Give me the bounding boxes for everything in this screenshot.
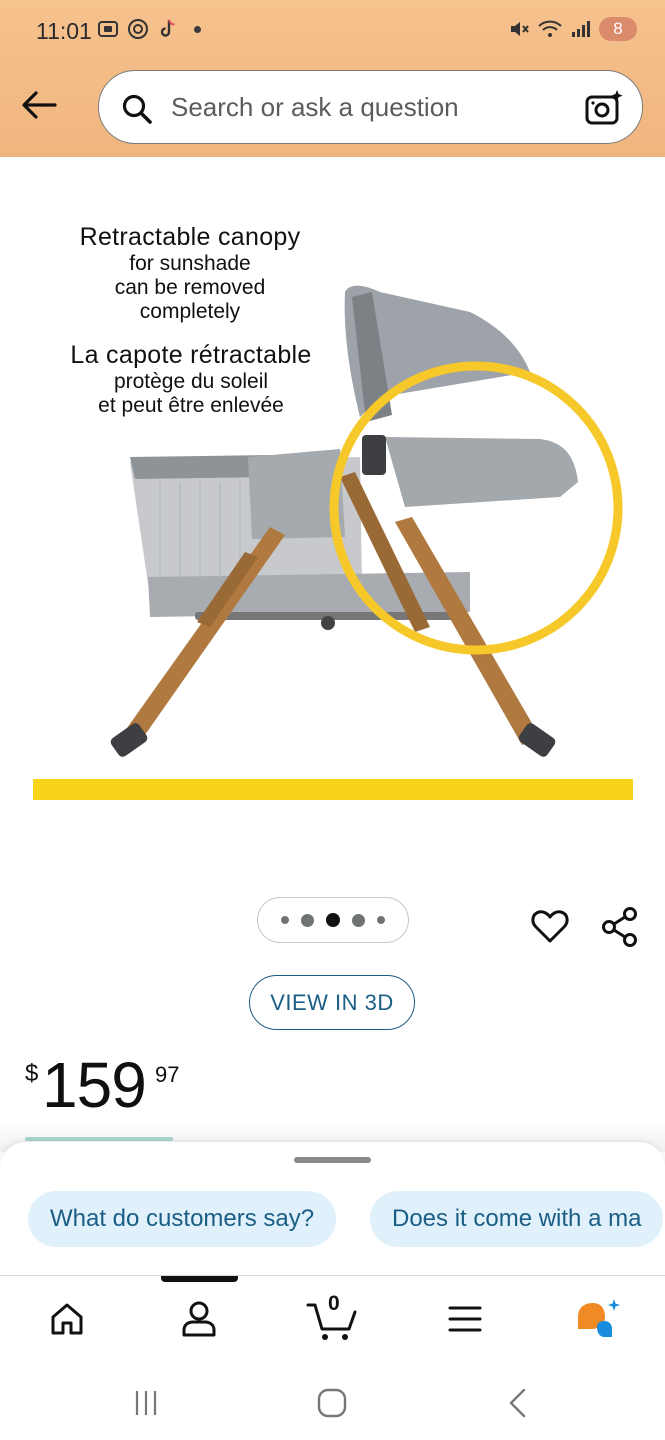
tiktok-icon	[160, 19, 175, 37]
accent-bar	[33, 779, 633, 800]
bassinet-illustration	[110, 285, 623, 757]
system-navigation-bar	[0, 1365, 665, 1440]
nav-menu[interactable]	[437, 1294, 493, 1344]
cart-count: 0	[328, 1292, 340, 1315]
recents-button[interactable]	[126, 1383, 166, 1423]
scroll-progress-indicator	[25, 1137, 173, 1141]
status-notification-icons	[96, 17, 201, 41]
rufus-icon	[578, 1299, 620, 1337]
system-back-button[interactable]	[498, 1383, 538, 1423]
search-input[interactable]	[171, 89, 551, 125]
notification-dot	[194, 25, 201, 33]
status-time: 11:01	[36, 18, 92, 44]
image-pagination[interactable]	[257, 897, 409, 943]
app-header: 11:01 8	[0, 0, 665, 157]
target-icon	[128, 19, 148, 39]
pagination-dot[interactable]	[301, 913, 314, 927]
wishlist-button[interactable]	[530, 906, 570, 946]
nav-account[interactable]	[171, 1294, 227, 1344]
back-arrow-icon	[22, 91, 57, 119]
rufus-suggestions-sheet[interactable]: What do customers say? Does it come with…	[0, 1142, 665, 1278]
search-icon	[122, 94, 152, 124]
pagination-dot[interactable]	[377, 916, 385, 924]
menu-icon	[448, 1306, 482, 1332]
search-bar[interactable]	[98, 70, 643, 144]
price-whole: 159	[42, 1049, 147, 1121]
product-image[interactable]: Retractable canopy for sunshade can be r…	[0, 157, 665, 857]
nav-cart[interactable]: 0	[302, 1292, 362, 1344]
pagination-dot[interactable]	[352, 913, 365, 927]
wifi-icon	[538, 20, 562, 37]
nav-rufus[interactable]	[570, 1294, 626, 1344]
suggestion-chip[interactable]: Does it come with a ma	[370, 1191, 664, 1247]
nav-home[interactable]	[39, 1294, 95, 1344]
price-symbol: $	[25, 1060, 39, 1087]
pagination-dot-active[interactable]	[326, 913, 340, 927]
back-chevron-icon	[509, 1388, 526, 1418]
view-in-3d-button[interactable]: VIEW IN 3D	[249, 975, 415, 1030]
account-icon	[182, 1301, 216, 1337]
nav-active-indicator	[161, 1276, 238, 1282]
home-button[interactable]	[312, 1383, 352, 1423]
home-circle-icon	[317, 1388, 347, 1418]
home-icon	[51, 1303, 83, 1335]
mute-icon	[511, 22, 529, 36]
status-bar: 11:01 8	[0, 0, 665, 62]
suggestion-chip[interactable]: What do customers say?	[28, 1191, 337, 1247]
sheet-grabber[interactable]	[294, 1157, 371, 1163]
bottom-navigation: 0	[0, 1275, 665, 1365]
share-icon	[602, 907, 637, 947]
signal-icon	[572, 21, 590, 37]
screenshot-icon	[98, 21, 118, 37]
price-fraction: 97	[155, 1062, 180, 1087]
heart-icon	[531, 910, 569, 943]
share-button[interactable]	[600, 906, 640, 948]
status-system-icons: 8	[507, 17, 637, 41]
product-page: 11:01 8 Retractable canop	[0, 0, 665, 1440]
battery-level: 8	[599, 17, 637, 41]
recents-icon	[135, 1391, 157, 1415]
back-button[interactable]	[18, 86, 60, 124]
camera-search-icon[interactable]	[584, 89, 624, 127]
pagination-dot[interactable]	[281, 916, 289, 924]
